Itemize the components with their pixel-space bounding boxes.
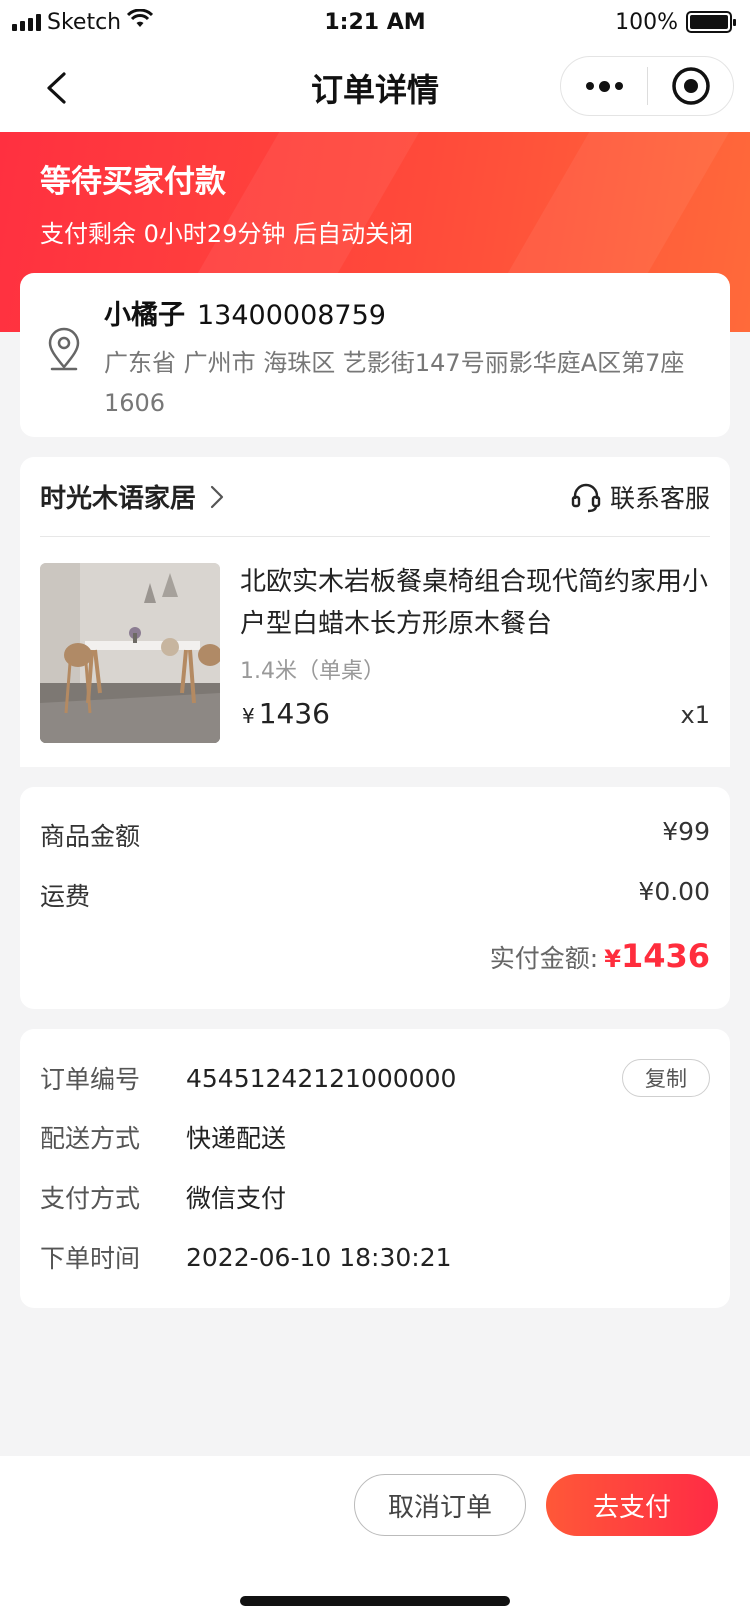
order-time-value: 2022-06-10 18:30:21: [186, 1242, 452, 1272]
address-detail: 广东省 广州市 海珠区 艺影街147号丽影华庭A区第7座1606: [104, 349, 685, 417]
goods-amount-row: 商品金额 ¥99: [40, 817, 710, 853]
shipping-value: ¥0.00: [638, 877, 710, 906]
payment-method-label: 支付方式: [40, 1184, 141, 1213]
delivery-row: 配送方式 快递配送: [40, 1119, 710, 1155]
headset-icon: [571, 483, 601, 512]
goods-amount-value: ¥99: [662, 817, 710, 846]
payment-method-row: 支付方式 微信支付: [40, 1179, 710, 1215]
paid-amount: ¥1436: [604, 937, 710, 975]
product-price-currency: ¥: [242, 704, 255, 728]
order-number-label: 订单编号: [40, 1065, 141, 1094]
goods-amount-label: 商品金额: [40, 822, 141, 851]
close-miniprogram-button[interactable]: [648, 66, 733, 106]
wifi-icon: [127, 8, 154, 35]
address-card[interactable]: 小橘子 13400008759 广东省 广州市 海珠区 艺影街147号丽影华庭A区…: [20, 273, 730, 437]
paid-amount-value: 1436: [620, 937, 710, 975]
target-icon: [671, 67, 710, 105]
contact-service-label: 联系客服: [609, 483, 710, 513]
home-indicator: [240, 1596, 510, 1606]
nav-bar: 订单详情: [0, 44, 750, 132]
status-right: 100%: [615, 9, 736, 35]
carrier-label: Sketch: [47, 9, 122, 35]
page-title: 订单详情: [310, 71, 439, 109]
product-spec: 1.4米（单桌）: [240, 659, 385, 684]
recipient-phone: 13400008759: [197, 300, 386, 331]
delivery-value: 快递配送: [186, 1124, 287, 1153]
order-number-value: 45451242121000000: [186, 1063, 457, 1093]
payment-countdown: 支付剩余 0小时29分钟 后自动关闭: [40, 220, 414, 248]
paid-amount-label: 实付金额:: [489, 944, 599, 973]
product-price: ¥1436: [242, 697, 330, 730]
bottom-action-bar: 取消订单 去支付: [0, 1456, 750, 1624]
battery-icon: [686, 11, 736, 33]
more-button[interactable]: [561, 80, 647, 92]
pay-button[interactable]: 去支付: [546, 1474, 718, 1536]
amount-card: 商品金额 ¥99 运费 ¥0.00 实付金额: ¥1436: [20, 787, 730, 1009]
signal-icon: [12, 13, 41, 31]
battery-percent: 100%: [615, 9, 678, 35]
shipping-row: 运费 ¥0.00: [40, 877, 710, 913]
product-image[interactable]: [40, 563, 220, 743]
back-button[interactable]: [36, 68, 76, 108]
status-bar: Sketch 1:21 AM 100%: [0, 0, 750, 44]
shop-name[interactable]: 时光木语家居: [40, 478, 196, 515]
product-card: 时光木语家居 联系客服 北欧实木岩板餐桌椅组合现代简约家用小户型白蜡木长方形原木: [20, 457, 730, 767]
chevron-right-icon[interactable]: [210, 485, 224, 509]
shipping-label: 运费: [40, 882, 91, 911]
chevron-left-icon: [47, 72, 66, 104]
contact-service-button[interactable]: 联系客服: [570, 479, 710, 515]
order-time-label: 下单时间: [40, 1244, 141, 1273]
product-price-value: 1436: [258, 697, 330, 730]
paid-amount-currency: ¥: [604, 945, 621, 973]
order-time-row: 下单时间 2022-06-10 18:30:21: [40, 1239, 710, 1275]
product-quantity: x1: [680, 701, 710, 729]
order-info-card: 订单编号 45451242121000000 复制 配送方式 快递配送 支付方式…: [20, 1029, 730, 1308]
payment-method-value: 微信支付: [186, 1184, 287, 1213]
delivery-label: 配送方式: [40, 1124, 141, 1153]
order-status-title: 等待买家付款: [40, 164, 226, 200]
recipient-name: 小橘子: [104, 300, 185, 331]
order-number-row: 订单编号 45451242121000000 复制: [40, 1059, 710, 1097]
status-left: Sketch: [12, 8, 154, 35]
miniprogram-capsule: [560, 56, 734, 116]
copy-button[interactable]: 复制: [622, 1059, 710, 1097]
location-pin-icon: [46, 327, 82, 375]
cancel-order-button[interactable]: 取消订单: [354, 1474, 526, 1536]
paid-amount-row: 实付金额: ¥1436: [490, 937, 710, 975]
shop-row: 时光木语家居 联系客服: [40, 457, 710, 537]
product-title[interactable]: 北欧实木岩板餐桌椅组合现代简约家用小户型白蜡木长方形原木餐台: [240, 561, 710, 645]
recipient: 小橘子 13400008759: [104, 293, 386, 332]
